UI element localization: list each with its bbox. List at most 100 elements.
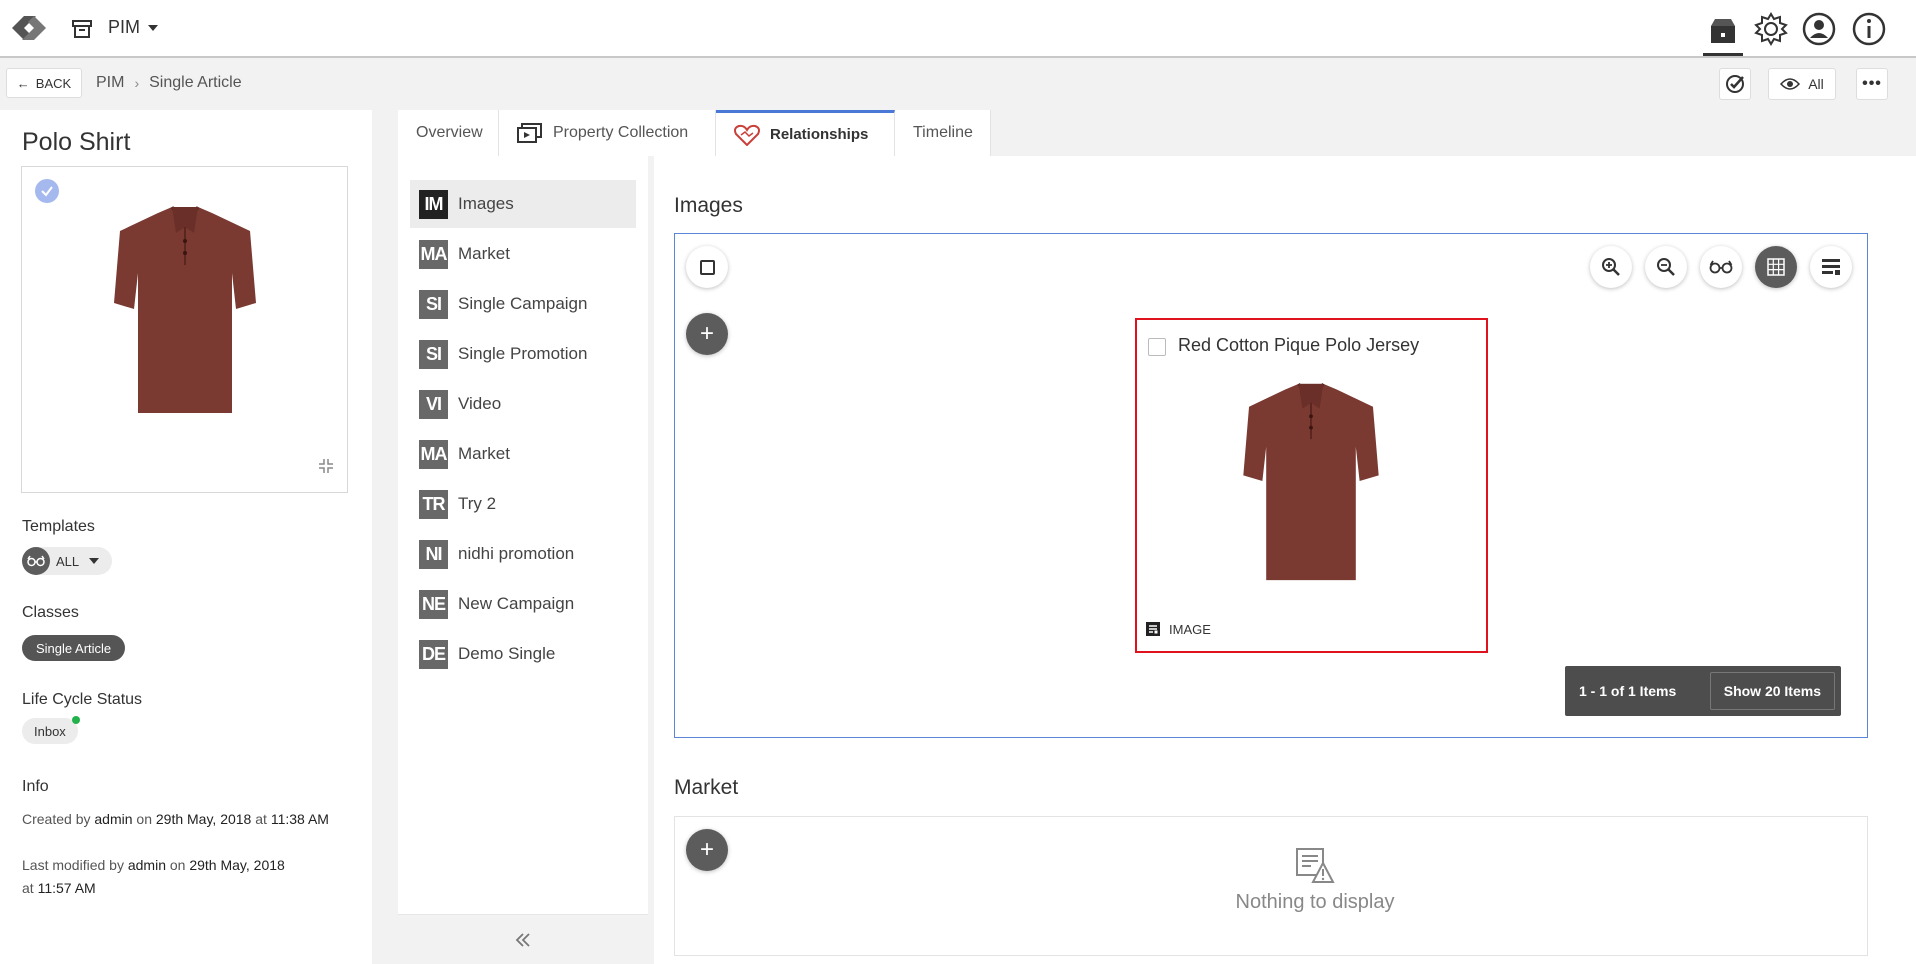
add-market-button[interactable]: + [686,829,728,871]
relationship-item-images[interactable]: IM Images [410,180,636,228]
relationship-item-demo-single[interactable]: DE Demo Single [410,630,636,678]
add-image-button[interactable]: + [686,313,728,355]
image-card[interactable]: Red Cotton Pique Polo Jersey IMAGE [1135,318,1488,653]
check-icon[interactable] [35,179,59,203]
images-section-title: Images [674,194,743,217]
relationship-code: NE [419,589,448,619]
article-tabs: Overview Property Collection Relationshi… [398,110,991,156]
zoom-out-icon [1657,258,1675,276]
logo-icon[interactable] [6,8,52,48]
article-details-panel: Polo Shirt Templates ALL Classes Single … [0,110,372,964]
task-check-button[interactable] [1719,68,1751,100]
modified-at-word: at [22,880,34,896]
relationship-list: IM Images MA Market SI Single Campaign S… [398,156,648,964]
relationship-item-video[interactable]: VI Video [410,380,636,428]
relationship-code: DE [419,639,448,669]
select-all-button[interactable] [686,246,728,288]
relationships-view: IM Images MA Market SI Single Campaign S… [398,156,1916,964]
app-name: PIM [108,17,141,37]
image-card-type: IMAGE [1145,621,1211,637]
relationship-label: Single Campaign [458,294,588,313]
user-icon[interactable] [1799,9,1839,49]
checkbox-icon [699,259,715,275]
relationship-code: SI [419,339,448,369]
templates-dropdown[interactable]: ALL [22,547,112,575]
gear-icon[interactable] [1751,9,1791,49]
collapse-icon[interactable] [317,457,335,480]
back-label: BACK [35,75,72,91]
view-filter-button[interactable]: All [1768,68,1836,100]
back-button[interactable]: ← BACK [6,68,82,98]
more-options-button[interactable]: ••• [1856,68,1888,100]
info-icon[interactable] [1849,9,1889,49]
relationship-label: New Campaign [458,594,575,613]
relationship-item-market-2[interactable]: MA Market [410,430,636,478]
zoom-in-icon [1602,258,1620,276]
empty-document-warning-icon [1296,848,1335,883]
document-type-icon [1146,622,1160,636]
list-settings-icon [1822,259,1840,275]
created-at-word: at [255,811,267,827]
more-dots-icon: ••• [1862,75,1882,92]
breadcrumb-item-pim[interactable]: PIM [96,74,124,92]
collapse-sidebar-button[interactable] [398,914,648,964]
polo-shirt-image [1239,380,1383,589]
relationship-code: NI [419,539,448,569]
relationship-code: SI [419,289,448,319]
relationship-item-single-campaign[interactable]: SI Single Campaign [410,280,636,328]
tab-label: Relationships [770,126,869,143]
created-by: admin [94,811,133,827]
relationship-item-try-2[interactable]: TR Try 2 [410,480,636,528]
empty-state: Nothing to display [1215,847,1415,914]
relationship-item-market[interactable]: MA Market [410,230,636,278]
archive-icon[interactable] [70,17,94,41]
relationship-item-new-campaign[interactable]: NE New Campaign [410,580,636,628]
modified-by: admin [127,857,166,873]
eye-icon [1780,78,1801,90]
image-card-checkbox[interactable] [1148,338,1166,356]
relationship-label: nidhi promotion [458,544,575,563]
tab-timeline[interactable]: Timeline [895,110,991,156]
image-card-type-label: IMAGE [1169,621,1211,637]
page-size-button[interactable]: Show 20 Items [1709,672,1835,710]
relationship-item-single-promotion[interactable]: SI Single Promotion [410,330,636,378]
relationship-code: IM [419,189,448,219]
relationship-code: MA [419,439,448,469]
modified-time: 11:57 AM [37,880,96,896]
info-label: Info [22,778,49,795]
created-time: 11:38 AM [270,811,329,827]
modified-prefix: Last modified by [22,857,124,873]
tab-label: Overview [416,124,483,141]
classes-label: Classes [22,604,79,621]
relationship-label: Single Promotion [458,344,588,363]
tab-overview[interactable]: Overview [398,110,499,156]
relationship-label: Market [458,244,510,263]
tab-relationships[interactable]: Relationships [716,110,895,156]
product-box-icon[interactable] [1703,8,1743,56]
image-card-title: Red Cotton Pique Polo Jersey [1178,335,1420,355]
view-filter-label: All [1808,76,1824,92]
zoom-out-button[interactable] [1645,246,1687,288]
chevron-down-icon [148,24,159,31]
handshake-heart-icon [734,124,760,146]
preview-button[interactable] [1700,246,1742,288]
modified-date: 29th May, 2018 [189,857,285,873]
chevron-right-icon: › [134,75,140,91]
task-check-icon [1726,75,1744,93]
double-chevron-left-icon [515,932,530,947]
zoom-in-button[interactable] [1590,246,1632,288]
glasses-icon [1709,260,1733,274]
article-title: Polo Shirt [22,128,131,156]
tab-property-collection[interactable]: Property Collection [499,110,716,156]
grid-icon [1767,258,1785,276]
relationship-label: Images [458,194,514,213]
relationship-item-nidhi-promotion[interactable]: NI nidhi promotion [410,530,636,578]
empty-state-text: Nothing to display [1235,891,1395,913]
list-view-button[interactable] [1810,246,1852,288]
glasses-icon [22,547,50,575]
templates-value: ALL [56,553,80,569]
app-switcher[interactable]: PIM [108,17,159,38]
polo-shirt-image [110,203,260,422]
grid-view-button[interactable] [1755,246,1797,288]
lifecycle-status-chip[interactable]: Inbox [22,716,80,744]
